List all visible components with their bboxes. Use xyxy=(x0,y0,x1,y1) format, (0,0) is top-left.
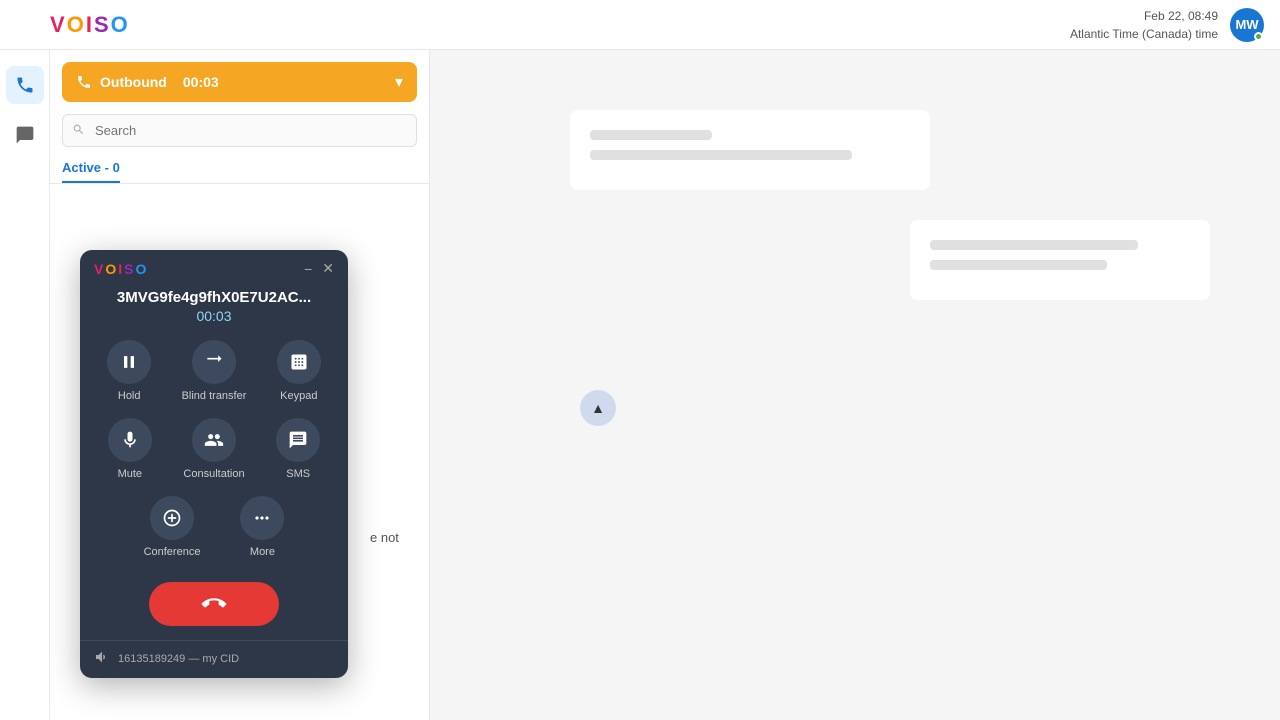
popup-titlebar: VOISO − ✕ xyxy=(80,250,348,285)
popup-logo: VOISO xyxy=(94,261,148,277)
close-button[interactable]: ✕ xyxy=(322,260,334,277)
avatar[interactable]: MW xyxy=(1230,8,1264,42)
action-row-1: Hold Blind transfer xyxy=(92,340,336,402)
sidebar-item-phone[interactable] xyxy=(6,66,44,104)
keypad-button[interactable]: Keypad xyxy=(277,340,321,402)
skeleton-card-1 xyxy=(570,110,930,190)
action-row-2: Mute Consultation xyxy=(92,418,336,480)
main-layout: Outbound 00:03 ▾ Active - 0 VOISO xyxy=(0,50,1280,720)
action-row-3: Conference More xyxy=(92,496,336,558)
sidebar-item-messages[interactable] xyxy=(6,116,44,154)
conference-icon-circle xyxy=(150,496,194,540)
blind-transfer-label: Blind transfer xyxy=(182,390,247,402)
right-content: ▲ xyxy=(430,50,1280,720)
mute-label: Mute xyxy=(118,468,142,480)
keypad-label: Keypad xyxy=(280,390,317,402)
phone-icon xyxy=(15,75,35,95)
more-label: More xyxy=(250,546,275,558)
popup-controls: − ✕ xyxy=(304,260,334,277)
popup-footer: 16135189249 — my CID xyxy=(80,640,348,678)
cursor-icon: ▲ xyxy=(591,400,605,416)
popup-actions: Hold Blind transfer xyxy=(80,340,348,558)
sms-label: SMS xyxy=(286,468,310,480)
sidebar-icons xyxy=(0,50,50,720)
logo: VOISO xyxy=(50,12,130,38)
active-tab-label[interactable]: Active - 0 xyxy=(62,160,120,183)
skeleton-line xyxy=(930,240,1138,250)
hold-icon-circle xyxy=(107,340,151,384)
skeleton-line xyxy=(590,130,712,140)
header-right: Feb 22, 08:49 Atlantic Time (Canada) tim… xyxy=(1070,7,1264,43)
search-icon xyxy=(72,123,85,139)
outbound-label: Outbound xyxy=(100,74,167,90)
more-icon-circle xyxy=(240,496,284,540)
conference-button[interactable]: Conference xyxy=(144,496,201,558)
end-call-button[interactable] xyxy=(149,582,279,626)
timezone-text: Atlantic Time (Canada) time xyxy=(1070,25,1218,43)
keypad-icon-circle xyxy=(277,340,321,384)
conference-label: Conference xyxy=(144,546,201,558)
partial-text: e not xyxy=(370,530,399,545)
left-panel: Outbound 00:03 ▾ Active - 0 VOISO xyxy=(50,50,430,720)
outbound-timer: 00:03 xyxy=(183,74,219,90)
blind-transfer-icon-circle xyxy=(192,340,236,384)
minimize-button[interactable]: − xyxy=(304,260,312,277)
end-call-area xyxy=(80,574,348,640)
datetime: Feb 22, 08:49 Atlantic Time (Canada) tim… xyxy=(1070,7,1218,43)
avatar-status-dot xyxy=(1254,32,1263,41)
sms-icon-circle xyxy=(276,418,320,462)
more-button[interactable]: More xyxy=(240,496,284,558)
skeleton-card-2 xyxy=(910,220,1210,300)
search-input[interactable] xyxy=(62,114,417,147)
date-text: Feb 22, 08:49 xyxy=(1070,7,1218,25)
chevron-down-icon: ▾ xyxy=(395,72,403,92)
active-tab: Active - 0 xyxy=(50,159,429,184)
skeleton-line xyxy=(590,150,852,160)
sms-button[interactable]: SMS xyxy=(276,418,320,480)
hold-button[interactable]: Hold xyxy=(107,340,151,402)
message-icon xyxy=(15,125,35,145)
footer-cid: 16135189249 — my CID xyxy=(118,653,239,665)
outbound-bar[interactable]: Outbound 00:03 ▾ xyxy=(62,62,417,102)
blind-transfer-button[interactable]: Blind transfer xyxy=(182,340,247,402)
mute-icon-circle xyxy=(108,418,152,462)
hold-label: Hold xyxy=(118,390,141,402)
consultation-button[interactable]: Consultation xyxy=(183,418,244,480)
call-popup: VOISO − ✕ 3MVG9fe4g9fhX0E7U2AC... 00:03 xyxy=(80,250,348,678)
outbound-icon xyxy=(76,74,92,90)
skeleton-line xyxy=(930,260,1107,270)
consultation-icon-circle xyxy=(192,418,236,462)
header: VOISO Feb 22, 08:49 Atlantic Time (Canad… xyxy=(0,0,1280,50)
consultation-label: Consultation xyxy=(183,468,244,480)
mute-button[interactable]: Mute xyxy=(108,418,152,480)
call-timer: 00:03 xyxy=(80,308,348,340)
search-box xyxy=(62,114,417,147)
end-call-icon xyxy=(197,587,231,621)
cursor-indicator: ▲ xyxy=(580,390,616,426)
caller-id: 3MVG9fe4g9fhX0E7U2AC... xyxy=(80,285,348,308)
volume-icon[interactable] xyxy=(94,649,110,668)
